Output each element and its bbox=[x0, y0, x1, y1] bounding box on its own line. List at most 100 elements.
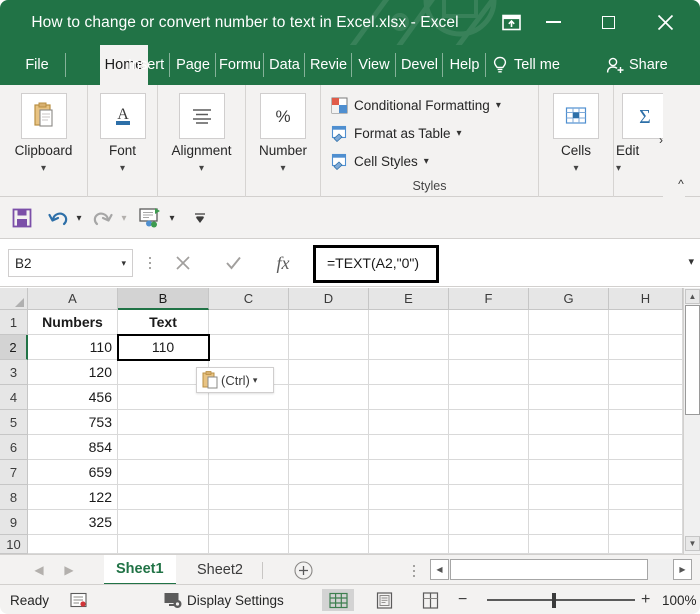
cell-b9[interactable] bbox=[118, 510, 209, 535]
cell-f10[interactable] bbox=[449, 535, 529, 554]
cell-e9[interactable] bbox=[369, 510, 449, 535]
cell-b6[interactable] bbox=[118, 435, 209, 460]
zoom-out-button[interactable]: − bbox=[458, 585, 467, 614]
column-header-g[interactable]: G bbox=[529, 288, 609, 310]
cell-d1[interactable] bbox=[289, 310, 369, 335]
tab-view[interactable]: View bbox=[352, 45, 396, 85]
scroll-left-icon[interactable]: ◀ bbox=[430, 559, 449, 580]
tell-me-box[interactable]: Tell me bbox=[492, 45, 602, 85]
cell-b10[interactable] bbox=[118, 535, 209, 554]
enter-icon[interactable] bbox=[215, 249, 251, 277]
expand-formula-bar-icon[interactable]: ▾ bbox=[688, 255, 694, 268]
tab-data[interactable]: Data bbox=[264, 45, 305, 85]
record-macro-icon[interactable] bbox=[70, 585, 87, 614]
cell-d9[interactable] bbox=[289, 510, 369, 535]
chevron-down-icon[interactable]: ▾ bbox=[158, 163, 245, 174]
row-header-3[interactable]: 3 bbox=[0, 360, 28, 385]
sheet-tab-sheet2[interactable]: Sheet2 bbox=[185, 555, 255, 585]
cell-b7[interactable] bbox=[118, 460, 209, 485]
redo-dropdown-icon[interactable]: ▾ bbox=[117, 204, 131, 232]
cell-f2[interactable] bbox=[449, 335, 529, 360]
tab-page-layout[interactable]: Page bbox=[170, 45, 216, 85]
page-layout-view-button[interactable] bbox=[368, 589, 400, 611]
column-header-c[interactable]: C bbox=[209, 288, 289, 310]
chevron-down-icon[interactable]: ▾ bbox=[88, 163, 157, 174]
cell-f6[interactable] bbox=[449, 435, 529, 460]
row-header-9[interactable]: 9 bbox=[0, 510, 28, 535]
cell-f1[interactable] bbox=[449, 310, 529, 335]
normal-view-button[interactable] bbox=[322, 589, 354, 611]
row-header-1[interactable]: 1 bbox=[0, 310, 28, 335]
column-header-h[interactable]: H bbox=[609, 288, 683, 310]
formula-bar-drag-handle[interactable] bbox=[147, 253, 153, 273]
cell-h5[interactable] bbox=[609, 410, 683, 435]
cell-c8[interactable] bbox=[209, 485, 289, 510]
chevron-down-icon[interactable]: ▾ bbox=[253, 375, 258, 386]
cell-styles-button[interactable]: Cell Styles ▾ bbox=[331, 149, 429, 173]
cell-h1[interactable] bbox=[609, 310, 683, 335]
zoom-slider-thumb[interactable] bbox=[552, 593, 556, 608]
row-header-7[interactable]: 7 bbox=[0, 460, 28, 485]
ribbon-group-number[interactable]: % Number ▾ bbox=[246, 85, 321, 197]
ribbon-display-options-icon[interactable] bbox=[497, 9, 525, 35]
vertical-scroll-thumb[interactable] bbox=[685, 305, 700, 415]
column-header-e[interactable]: E bbox=[369, 288, 449, 310]
percent-icon[interactable]: % bbox=[260, 93, 306, 139]
cell-c1[interactable] bbox=[209, 310, 289, 335]
split-handle[interactable] bbox=[411, 563, 417, 579]
insert-function-icon[interactable]: fx bbox=[265, 249, 301, 277]
row-header-8[interactable]: 8 bbox=[0, 485, 28, 510]
sheet-tab-sheet1[interactable]: Sheet1 bbox=[104, 555, 176, 585]
chevron-down-icon[interactable]: ▾ bbox=[457, 128, 462, 139]
formula-input[interactable]: =TEXT(A2,"0") bbox=[313, 248, 674, 278]
ribbon-group-clipboard[interactable]: Clipboard ▾ bbox=[0, 85, 88, 197]
cell-g3[interactable] bbox=[529, 360, 609, 385]
send-to-dropdown-icon[interactable]: ▾ bbox=[165, 204, 179, 232]
chevron-down-icon[interactable]: ▾ bbox=[0, 163, 87, 174]
paste-options-button[interactable]: (Ctrl) ▾ bbox=[196, 367, 274, 393]
column-header-b[interactable]: B bbox=[118, 288, 209, 310]
chevron-down-icon[interactable]: ▾ bbox=[539, 163, 613, 174]
cell-a9[interactable]: 325 bbox=[28, 510, 118, 535]
send-to-button[interactable] bbox=[136, 204, 164, 232]
share-button[interactable]: Share bbox=[605, 45, 700, 85]
cell-f3[interactable] bbox=[449, 360, 529, 385]
cell-g5[interactable] bbox=[529, 410, 609, 435]
cell-a3[interactable]: 120 bbox=[28, 360, 118, 385]
chevron-down-icon[interactable]: ▾ bbox=[424, 156, 429, 167]
page-break-preview-button[interactable] bbox=[414, 589, 446, 611]
display-settings-button[interactable]: Display Settings bbox=[164, 585, 284, 614]
undo-button[interactable] bbox=[45, 204, 71, 232]
cell-g6[interactable] bbox=[529, 435, 609, 460]
cell-a7[interactable]: 659 bbox=[28, 460, 118, 485]
conditional-formatting-button[interactable]: Conditional Formatting ▾ bbox=[331, 93, 501, 117]
row-header-10[interactable]: 10 bbox=[0, 535, 28, 554]
cell-d5[interactable] bbox=[289, 410, 369, 435]
tab-insert[interactable]: Insert bbox=[122, 45, 170, 85]
row-header-4[interactable]: 4 bbox=[0, 385, 28, 410]
cell-a1[interactable]: Numbers bbox=[28, 310, 118, 335]
cell-e6[interactable] bbox=[369, 435, 449, 460]
maximize-button[interactable] bbox=[588, 8, 628, 36]
zoom-level-label[interactable]: 100% bbox=[662, 585, 697, 614]
cell-d6[interactable] bbox=[289, 435, 369, 460]
ribbon-group-font[interactable]: A Font ▾ bbox=[88, 85, 158, 197]
horizontal-scroll-thumb[interactable] bbox=[450, 559, 648, 580]
chevron-down-icon[interactable]: ▾ bbox=[496, 100, 501, 111]
tab-file[interactable]: File bbox=[8, 45, 66, 85]
cell-a2[interactable]: 110 bbox=[28, 335, 118, 360]
ribbon-group-cells[interactable]: Cells ▾ bbox=[539, 85, 614, 197]
font-icon[interactable]: A bbox=[99, 93, 146, 139]
redo-button[interactable] bbox=[90, 204, 116, 232]
cell-d8[interactable] bbox=[289, 485, 369, 510]
cell-c10[interactable] bbox=[209, 535, 289, 554]
cell-h3[interactable] bbox=[609, 360, 683, 385]
cell-h4[interactable] bbox=[609, 385, 683, 410]
cell-h10[interactable] bbox=[609, 535, 683, 554]
cell-a10[interactable] bbox=[28, 535, 118, 554]
row-header-5[interactable]: 5 bbox=[0, 410, 28, 435]
cell-f7[interactable] bbox=[449, 460, 529, 485]
cell-h9[interactable] bbox=[609, 510, 683, 535]
cell-e10[interactable] bbox=[369, 535, 449, 554]
cells-icon[interactable] bbox=[553, 93, 599, 139]
